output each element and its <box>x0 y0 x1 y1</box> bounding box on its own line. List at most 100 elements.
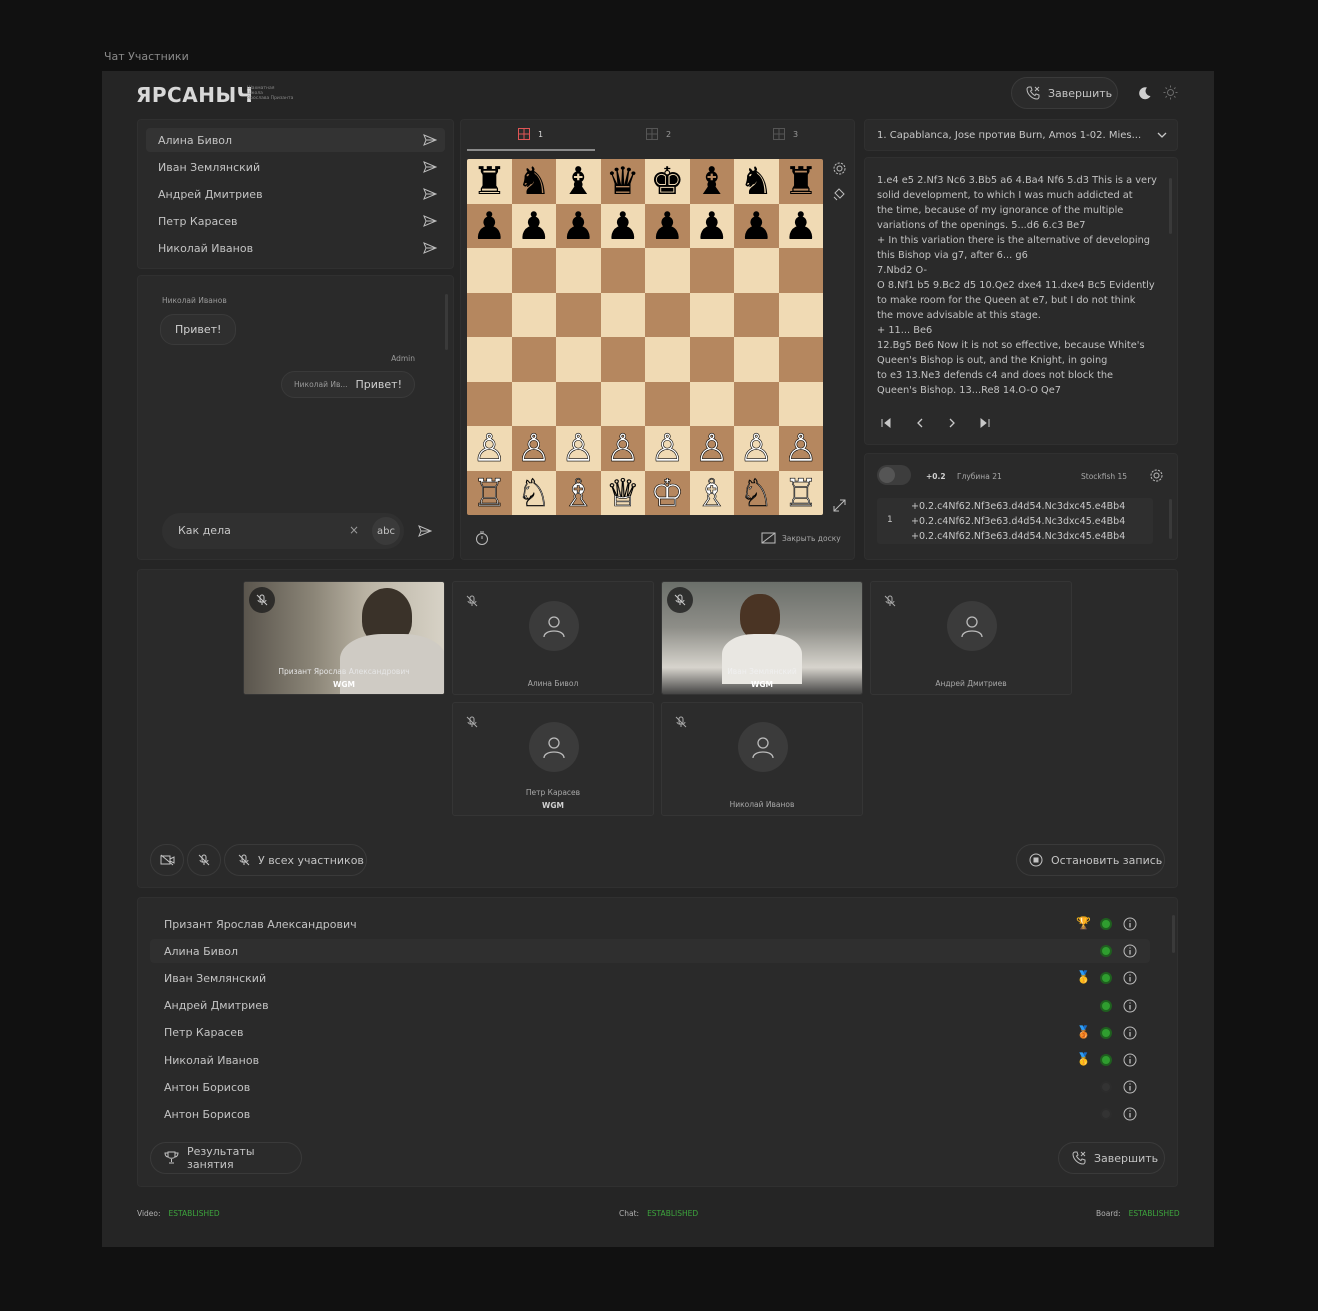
participants-scrollbar[interactable] <box>1172 915 1175 953</box>
video-tile[interactable]: Иван Землянский WGM <box>661 581 863 695</box>
video-tile[interactable]: Алина Бивол <box>452 581 654 695</box>
chess-piece[interactable]: ♖ <box>783 473 818 512</box>
mic-off-icon[interactable] <box>675 716 687 728</box>
board-square[interactable] <box>467 381 512 426</box>
info-icon[interactable] <box>1123 971 1137 985</box>
mic-off-badge[interactable] <box>249 587 275 613</box>
board-square[interactable]: ♙ <box>778 426 823 471</box>
sun-icon[interactable] <box>1163 85 1178 100</box>
settings-icon[interactable] <box>832 161 847 176</box>
send-icon[interactable] <box>423 160 437 174</box>
board-square[interactable] <box>689 337 734 382</box>
board-square[interactable]: ♖ <box>467 470 512 515</box>
contact-item[interactable]: Петр Карасев <box>146 209 445 233</box>
moon-icon[interactable] <box>1138 86 1152 100</box>
chess-piece[interactable]: ♗ <box>561 473 596 512</box>
board-square[interactable]: ♔ <box>645 470 690 515</box>
mic-off-badge[interactable] <box>667 587 693 613</box>
board-square[interactable]: ♗ <box>556 470 601 515</box>
board-tab-3[interactable]: 3 <box>773 128 798 140</box>
video-tile[interactable]: Петр Карасев WGM <box>452 702 654 816</box>
chess-piece[interactable]: ♟ <box>517 207 551 245</box>
chess-piece[interactable]: ♟ <box>695 207 729 245</box>
chat-input[interactable]: Как дела <box>178 524 231 537</box>
board-square[interactable] <box>689 292 734 337</box>
board-square[interactable] <box>645 337 690 382</box>
video-tile[interactable]: Николай Иванов <box>661 702 863 816</box>
board-square[interactable]: ♙ <box>467 426 512 471</box>
participant-row[interactable]: Призант Ярослав Александрович 🏆 <box>150 912 1150 936</box>
chess-piece[interactable]: ♙ <box>516 429 551 468</box>
board-square[interactable]: ♝ <box>556 159 601 204</box>
board-square[interactable]: ♞ <box>511 159 556 204</box>
board-square[interactable] <box>600 381 645 426</box>
chess-piece[interactable]: ♘ <box>739 473 774 512</box>
chess-piece[interactable]: ♙ <box>605 429 640 468</box>
board-square[interactable]: ♙ <box>689 426 734 471</box>
board-square[interactable] <box>511 381 556 426</box>
chess-piece[interactable]: ♟ <box>650 207 684 245</box>
notes-scrollbar[interactable] <box>1169 178 1172 234</box>
board-square[interactable] <box>556 248 601 293</box>
camera-off-button[interactable] <box>150 844 184 876</box>
info-icon[interactable] <box>1123 1080 1137 1094</box>
board-square[interactable] <box>511 337 556 382</box>
board-square[interactable]: ♟ <box>734 203 779 248</box>
info-icon[interactable] <box>1123 1026 1137 1040</box>
next-move-icon[interactable] <box>946 417 958 429</box>
expand-icon[interactable] <box>833 499 846 512</box>
board-square[interactable]: ♟ <box>600 203 645 248</box>
participant-row[interactable]: Антон Борисов <box>150 1075 1150 1099</box>
timer-icon[interactable] <box>475 531 489 545</box>
board-square[interactable]: ♖ <box>778 470 823 515</box>
board-square[interactable] <box>600 248 645 293</box>
board-square[interactable]: ♛ <box>600 159 645 204</box>
board-square[interactable] <box>778 292 823 337</box>
board-square[interactable]: ♘ <box>734 470 779 515</box>
participant-row[interactable]: Андрей Дмитриев <box>150 994 1150 1018</box>
chess-piece[interactable]: ♚ <box>650 162 684 200</box>
participant-row[interactable]: Алина Бивол <box>150 939 1150 964</box>
results-button[interactable]: Результаты занятия <box>150 1142 302 1174</box>
board-square[interactable] <box>556 337 601 382</box>
board-square[interactable]: ♞ <box>734 159 779 204</box>
board-square[interactable] <box>556 381 601 426</box>
chess-board[interactable]: ♜ ♞ ♝ ♛ ♚ ♝ ♞ ♜ ♟ ♟ ♟ ♟ ♟ ♟ ♟ ♟ ♙ ♙ ♙ ♙ ♙ ♙ ♙ ♙ ♖ ♘ ♗ ♕ ♔ ♗ ♘ ♖ <box>467 159 823 515</box>
contact-item[interactable]: Андрей Дмитриев <box>146 182 445 206</box>
chess-piece[interactable]: ♘ <box>516 473 551 512</box>
info-icon[interactable] <box>1123 999 1137 1013</box>
chess-piece[interactable]: ♙ <box>694 429 729 468</box>
contact-item[interactable]: Алина Бивол <box>146 128 445 152</box>
board-square[interactable]: ♙ <box>645 426 690 471</box>
chess-piece[interactable]: ♗ <box>694 473 729 512</box>
board-square[interactable] <box>467 337 512 382</box>
board-square[interactable] <box>645 292 690 337</box>
board-square[interactable] <box>511 292 556 337</box>
chess-piece[interactable]: ♙ <box>472 429 507 468</box>
board-square[interactable] <box>778 248 823 293</box>
participant-row[interactable]: Петр Карасев 🥉 <box>150 1021 1150 1045</box>
board-square[interactable]: ♟ <box>511 203 556 248</box>
stop-recording-button[interactable]: Остановить запись <box>1016 844 1165 876</box>
chess-piece[interactable]: ♞ <box>517 162 551 200</box>
board-square[interactable]: ♙ <box>734 426 779 471</box>
chess-piece[interactable]: ♟ <box>472 207 506 245</box>
board-square[interactable] <box>556 292 601 337</box>
chess-piece[interactable]: ♜ <box>472 162 506 200</box>
video-tile[interactable]: Андрей Дмитриев <box>870 581 1072 695</box>
board-square[interactable]: ♚ <box>645 159 690 204</box>
mute-all-button[interactable]: У всех участников <box>224 844 367 876</box>
board-square[interactable] <box>511 248 556 293</box>
chess-piece[interactable]: ♛ <box>606 162 640 200</box>
board-square[interactable]: ♗ <box>689 470 734 515</box>
chess-piece[interactable]: ♔ <box>650 473 685 512</box>
send-icon[interactable] <box>423 241 437 255</box>
board-square[interactable]: ♕ <box>600 470 645 515</box>
board-square[interactable] <box>645 248 690 293</box>
board-square[interactable] <box>467 292 512 337</box>
board-square[interactable]: ♘ <box>511 470 556 515</box>
chess-piece[interactable]: ♖ <box>472 473 507 512</box>
clear-input-icon[interactable]: × <box>349 523 359 537</box>
board-square[interactable] <box>689 381 734 426</box>
mic-off-icon[interactable] <box>466 595 478 607</box>
